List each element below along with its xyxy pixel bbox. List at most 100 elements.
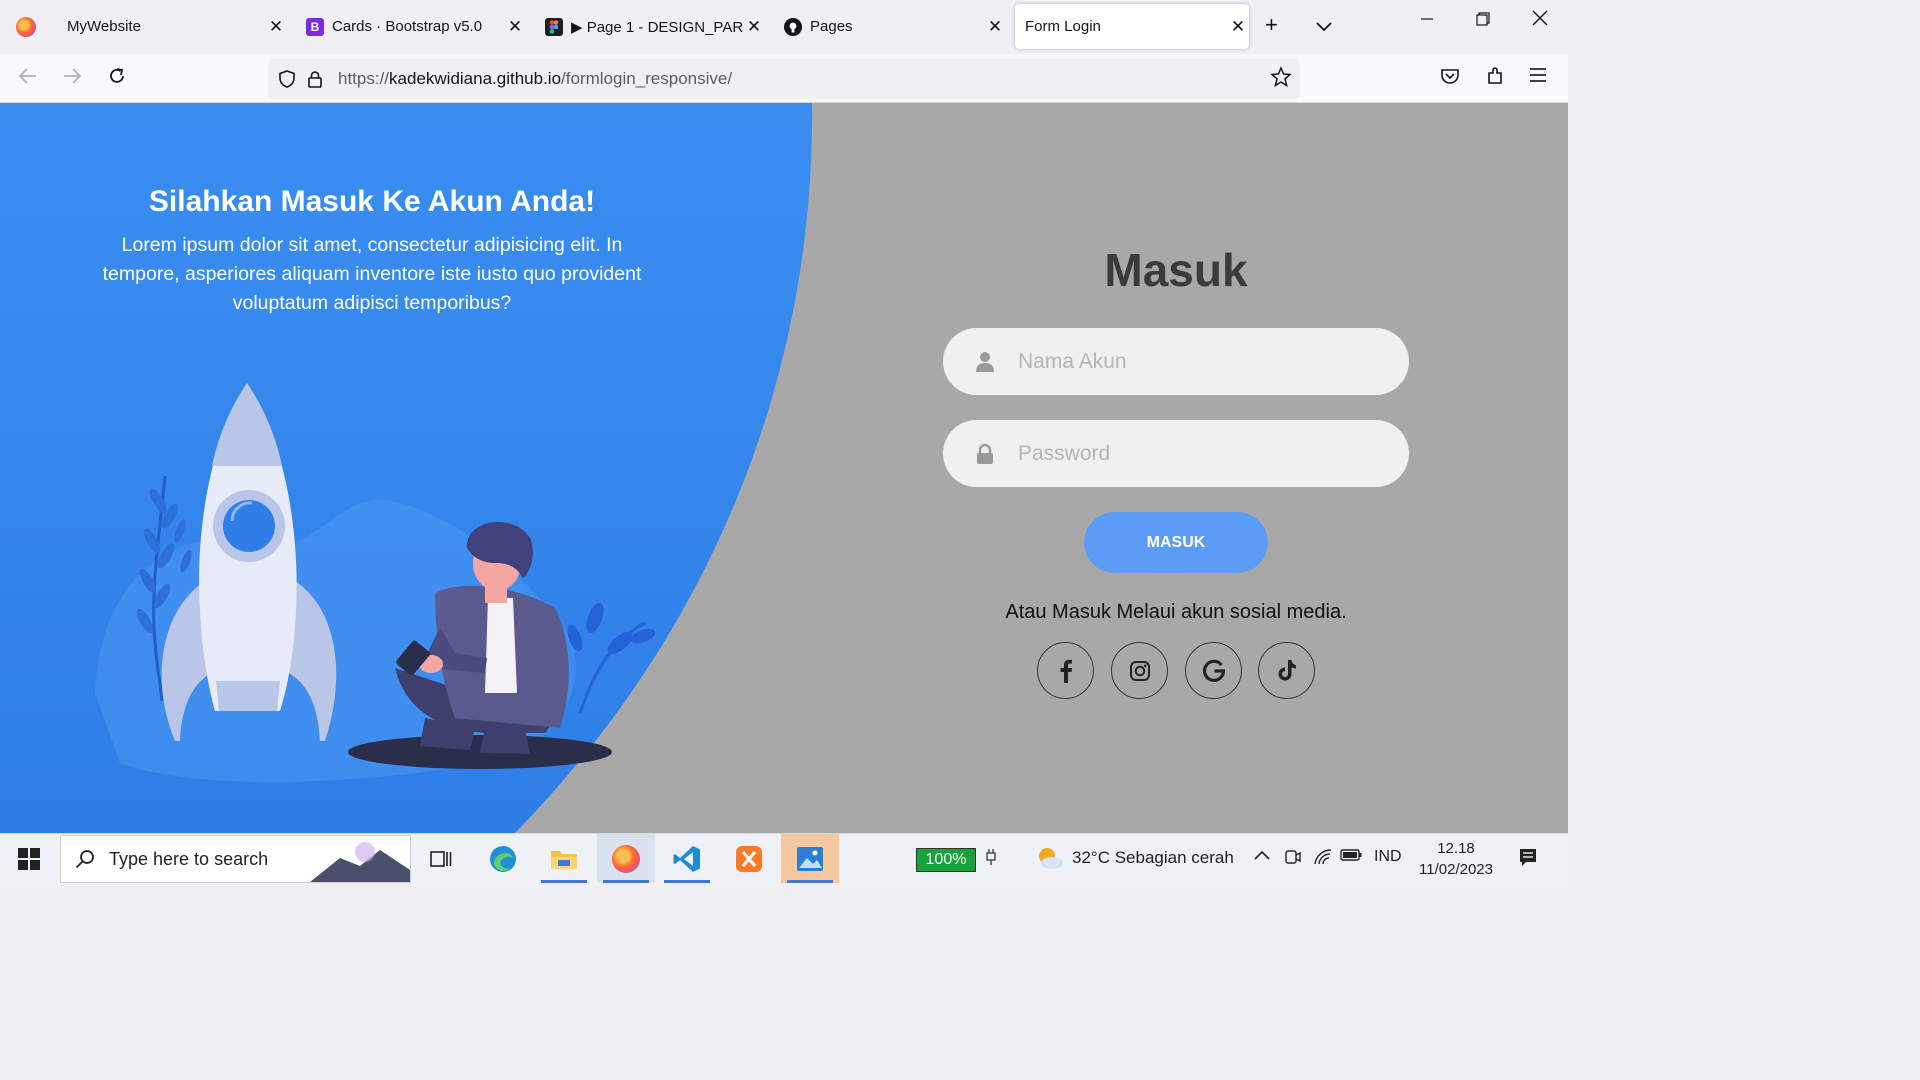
- show-hidden-icons-chevron-icon[interactable]: [1254, 848, 1270, 866]
- username-input[interactable]: [1018, 349, 1378, 374]
- tiktok-login-button[interactable]: [1258, 642, 1315, 699]
- username-field[interactable]: [943, 328, 1409, 395]
- rocket-illustration: [136, 383, 337, 741]
- edge-icon: [490, 845, 516, 872]
- password-input[interactable]: [1018, 441, 1378, 466]
- menu-hamburger-icon[interactable]: [1529, 66, 1547, 89]
- pocket-icon[interactable]: [1440, 66, 1460, 92]
- tab-mywebsite[interactable]: MyWebsite ✕: [57, 4, 287, 49]
- active-indicator: [664, 880, 710, 883]
- address-bar[interactable]: https://kadekwidiana.github.io/formlogin…: [268, 59, 1300, 99]
- meet-now-icon[interactable]: [1284, 848, 1302, 871]
- partly-sunny-icon: [1039, 848, 1063, 869]
- tab-close-icon[interactable]: ✕: [984, 17, 1006, 37]
- photos-icon: [797, 846, 823, 871]
- taskbar-edge[interactable]: [474, 834, 532, 883]
- taskbar-vscode[interactable]: [658, 834, 716, 883]
- active-indicator: [603, 880, 649, 883]
- password-field[interactable]: [943, 420, 1409, 487]
- clock-date: 11/02/2023: [1419, 861, 1493, 878]
- battery-icon[interactable]: [1340, 848, 1362, 867]
- figma-icon: [545, 17, 563, 36]
- login-title: Masuk: [1104, 244, 1248, 296]
- input-language[interactable]: IND: [1374, 848, 1402, 866]
- tab-form-login[interactable]: Form Login ✕: [1015, 4, 1249, 49]
- url-scheme: https://: [338, 69, 390, 88]
- vscode-icon: [673, 845, 700, 872]
- hero-description: Lorem ipsum dolor sit amet, consectetur …: [102, 234, 642, 314]
- active-indicator: [541, 880, 587, 883]
- wifi-icon[interactable]: [1313, 848, 1333, 871]
- search-placeholder: Type here to search: [109, 848, 269, 869]
- reload-icon[interactable]: [107, 66, 127, 92]
- tab-title: ▶ Page 1 - DESIGN_PARTI: [571, 18, 743, 36]
- taskbar-photos[interactable]: [781, 834, 839, 883]
- bookmark-star-icon[interactable]: [1270, 66, 1292, 94]
- taskbar-clock[interactable]: 12.18 11/02/2023: [1410, 838, 1502, 880]
- google-icon: [1202, 659, 1225, 682]
- tab-title: Pages: [810, 18, 853, 35]
- taskbar-xampp[interactable]: [720, 834, 778, 883]
- firefox-view-button[interactable]: [0, 0, 52, 54]
- person-with-phone-illustration: [348, 521, 655, 769]
- tab-figma[interactable]: ▶ Page 1 - DESIGN_PARTI ✕: [537, 4, 765, 49]
- google-login-button[interactable]: [1185, 642, 1242, 699]
- power-plug-icon: [985, 848, 997, 871]
- new-tab-plus-icon[interactable]: +: [1265, 12, 1278, 38]
- taskbar-file-explorer[interactable]: [535, 834, 593, 883]
- forward-arrow-icon[interactable]: [62, 66, 82, 92]
- xampp-icon: [736, 845, 762, 872]
- url-path: /formlogin_responsive/: [561, 69, 733, 88]
- search-icon: [75, 850, 94, 869]
- lock-icon: [974, 443, 996, 465]
- tab-bar: MyWebsite ✕ B Cards · Bootstrap v5.0 ✕ ▶…: [0, 0, 1568, 54]
- instagram-login-button[interactable]: [1111, 642, 1168, 699]
- folder-icon: [551, 850, 577, 869]
- list-all-tabs-chevron-icon[interactable]: [1316, 12, 1332, 38]
- tab-github-pages[interactable]: Pages ✕: [776, 4, 1006, 49]
- extensions-icon[interactable]: [1485, 66, 1505, 92]
- tiktok-icon: [1278, 660, 1296, 681]
- notification-center-icon[interactable]: [1518, 847, 1538, 872]
- tab-bootstrap-cards[interactable]: B Cards · Bootstrap v5.0 ✕: [298, 4, 526, 49]
- hero-title: Silahkan Masuk Ke Akun Anda!: [148, 185, 596, 218]
- windows-taskbar: Type here to search 100% 32°C Sebagian c…: [0, 833, 1568, 883]
- github-icon: [784, 17, 802, 36]
- user-icon: [974, 351, 996, 373]
- tab-title: MyWebsite: [67, 18, 141, 35]
- login-page: Silahkan Masuk Ke Akun Anda! Lorem ipsum…: [0, 103, 1568, 833]
- weather-text: 32°C Sebagian cerah: [1072, 848, 1234, 867]
- windows-start-icon[interactable]: [18, 848, 40, 870]
- back-arrow-icon[interactable]: [18, 66, 38, 92]
- url-text[interactable]: https://kadekwidiana.github.io/formlogin…: [338, 69, 732, 89]
- active-indicator: [787, 880, 833, 883]
- lock-icon[interactable]: [306, 70, 324, 88]
- tab-title: Form Login: [1025, 18, 1101, 35]
- tab-close-icon[interactable]: ✕: [743, 17, 765, 37]
- tab-close-icon[interactable]: ✕: [1227, 17, 1249, 37]
- tab-title: Cards · Bootstrap v5.0: [332, 18, 483, 35]
- navigation-toolbar: https://kadekwidiana.github.io/formlogin…: [0, 54, 1568, 103]
- close-window-icon[interactable]: [1532, 10, 1548, 31]
- task-view-icon: [430, 850, 452, 867]
- task-view-button[interactable]: [412, 834, 470, 883]
- social-login-text: Atau Masuk Melaui akun sosial media.: [1005, 601, 1347, 623]
- battery-level[interactable]: 100%: [916, 848, 976, 872]
- restore-icon[interactable]: [1476, 10, 1490, 31]
- taskbar-search-box[interactable]: Type here to search: [60, 835, 411, 883]
- login-submit-button[interactable]: MASUK: [1084, 512, 1268, 573]
- firefox-icon: [16, 17, 36, 37]
- clock-time: 12.18: [1437, 840, 1475, 857]
- tracking-shield-icon[interactable]: [278, 70, 296, 88]
- tab-close-icon[interactable]: ✕: [265, 17, 287, 37]
- tab-close-icon[interactable]: ✕: [504, 17, 526, 37]
- facebook-icon: [1060, 659, 1072, 683]
- minimize-icon[interactable]: [1420, 10, 1434, 31]
- facebook-login-button[interactable]: [1037, 642, 1094, 699]
- taskbar-firefox[interactable]: [597, 834, 655, 883]
- url-host: kadekwidiana.github.io: [389, 69, 562, 88]
- search-highlight-illustration: [310, 842, 410, 882]
- weather-widget[interactable]: 32°C Sebagian cerah: [1036, 846, 1234, 870]
- bootstrap-icon: B: [306, 17, 324, 36]
- firefox-icon: [612, 844, 640, 873]
